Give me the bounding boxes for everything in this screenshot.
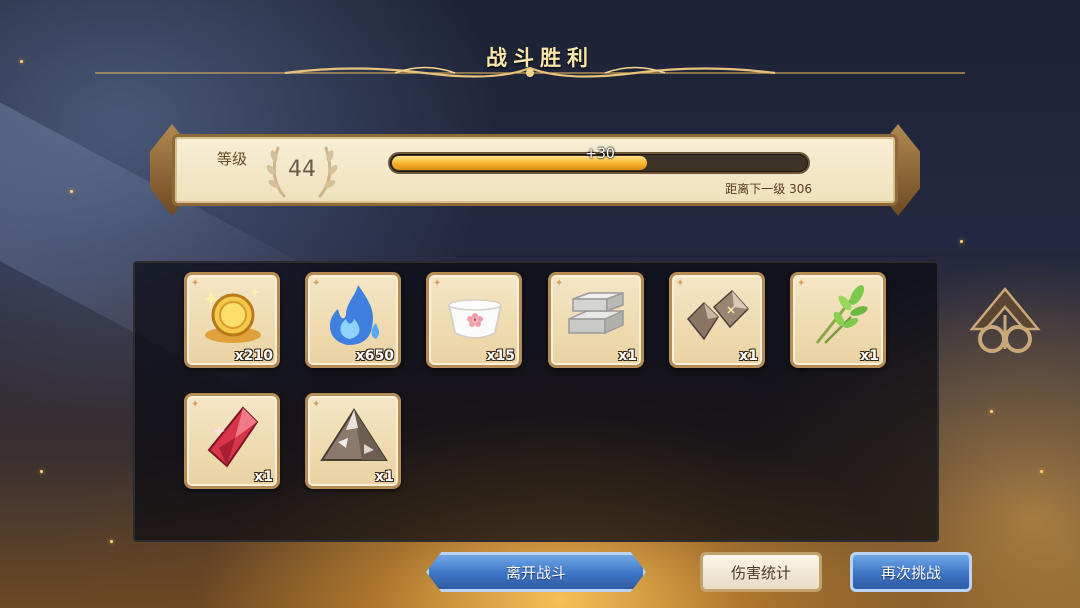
xp-to-next-level: 距离下一级 306: [725, 182, 812, 196]
reward-slot-ore-pile[interactable]: ✦ x1: [305, 393, 401, 489]
reward-slot-green-herb[interactable]: ✦ x1: [790, 272, 886, 368]
background-sparkle: [110, 540, 113, 543]
reward-slot-red-gem[interactable]: ✦ x1: [184, 393, 280, 489]
reward-quantity: x1: [375, 469, 394, 485]
reward-slot-blue-flame[interactable]: ✦ x650: [305, 272, 401, 368]
blue-flame-icon: [329, 285, 380, 345]
background-sparkle: [70, 190, 73, 193]
sakura-cup-icon: [447, 299, 503, 339]
leave-battle-button[interactable]: 离开战斗: [426, 552, 646, 592]
reward-quantity: x1: [254, 469, 273, 485]
background-sparkle: [960, 240, 963, 243]
xp-gain-label: +30: [585, 146, 615, 162]
gold-coin-icon: [203, 287, 261, 343]
reward-quantity: x210: [234, 348, 273, 364]
side-arrow-button[interactable]: [966, 285, 1044, 365]
background-sparkle: [1040, 470, 1043, 473]
reward-quantity: x1: [739, 348, 758, 364]
reward-panel: ✦ x210 ✦ x650 ✦ x15 ✦ x1 ✦ x1 ✦ x1 ✦ x1 …: [133, 261, 939, 542]
title-ornament-divider: [95, 66, 965, 78]
retry-challenge-button[interactable]: 再次挑战: [850, 552, 972, 592]
reward-slot-stone-bricks[interactable]: ✦ x1: [548, 272, 644, 368]
reward-quantity: x1: [618, 348, 637, 364]
background-sparkle: [990, 410, 993, 413]
reward-quantity: x15: [486, 348, 515, 364]
level-label: 等级: [217, 150, 248, 168]
level-value: 44: [288, 157, 316, 182]
reward-slot-gold-coin[interactable]: ✦ x210: [184, 272, 280, 368]
stone-bricks-icon: [568, 291, 624, 335]
reward-quantity: x650: [355, 348, 394, 364]
reward-quantity: x1: [860, 348, 879, 364]
background-sparkle: [40, 470, 43, 473]
crystal-chunks-icon: [686, 289, 750, 341]
red-gem-icon: [207, 406, 259, 468]
damage-stats-button[interactable]: 伤害统计: [700, 552, 822, 592]
green-herb-icon: [815, 285, 868, 344]
reward-slot-sakura-cup[interactable]: ✦ x15: [426, 272, 522, 368]
ore-pile-icon: [320, 408, 388, 461]
reward-slot-crystal-chunks[interactable]: ✦ x1: [669, 272, 765, 368]
